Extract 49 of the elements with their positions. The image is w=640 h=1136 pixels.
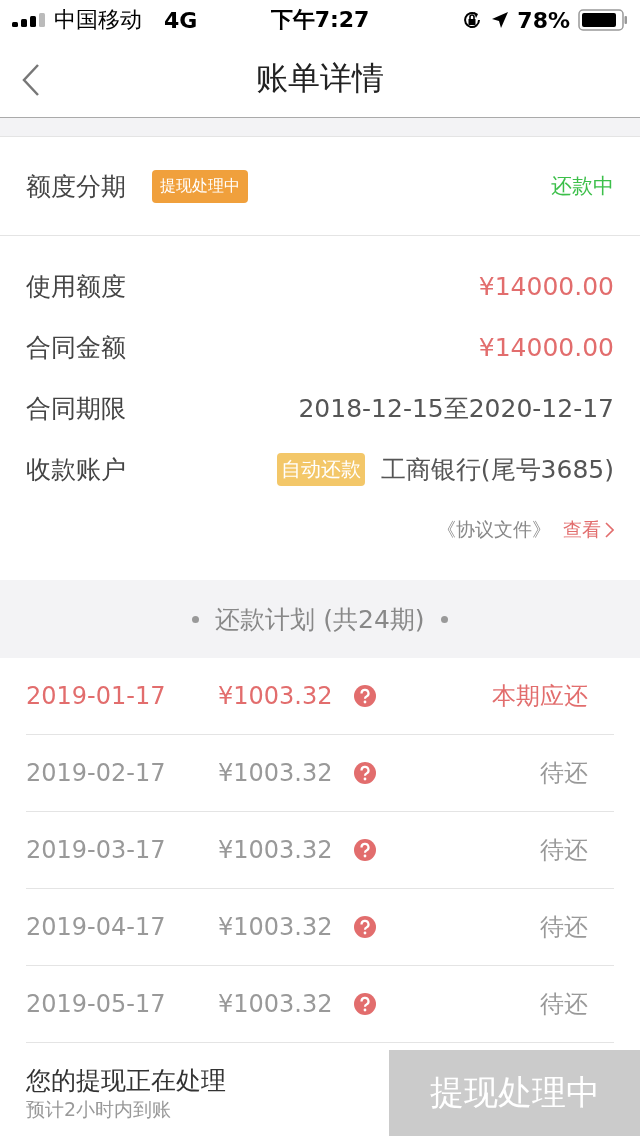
installment-status: 待还 [540, 758, 588, 789]
installment-status: 待还 [540, 835, 588, 866]
question-icon[interactable] [354, 916, 376, 938]
due-date: 2019-01-17 [26, 682, 167, 710]
carrier-name: 中国移动 [54, 6, 142, 34]
installment-amount: ¥1003.32 [218, 682, 334, 710]
clock-time: 下午7:27 [270, 6, 370, 34]
installment-amount: ¥1003.32 [218, 759, 334, 787]
installment-status: 待还 [540, 989, 588, 1020]
question-icon[interactable] [354, 993, 376, 1015]
battery-icon [578, 9, 628, 31]
repayment-status: 还款中 [551, 173, 614, 200]
plan-title: 还款计划 (共24期) [215, 603, 425, 636]
question-icon[interactable] [354, 762, 376, 784]
detail-label: 使用额度 [26, 271, 126, 303]
question-icon[interactable] [354, 839, 376, 861]
battery-percent: 78% [517, 7, 570, 33]
detail-value: 2018-12-15至2020-12-17 [298, 393, 614, 425]
network-type: 4G [164, 7, 198, 33]
installment-status: 本期应还 [492, 681, 588, 712]
detail-label: 收款账户 [26, 454, 126, 486]
arrival-estimate: 预计2小时内到账 [26, 1096, 173, 1122]
product-label: 额度分期 [26, 170, 126, 203]
due-date: 2019-03-17 [26, 836, 167, 864]
question-icon[interactable] [354, 685, 376, 707]
detail-value: 工商银行(尾号3685) [380, 454, 614, 486]
detail-label: 合同期限 [26, 393, 126, 425]
dot-icon [192, 615, 200, 623]
status-badge: 提现处理中 [152, 169, 248, 203]
auto-repay-tag: 自动还款 [276, 453, 365, 486]
location-arrow-icon [491, 11, 510, 29]
signal-icon [12, 13, 46, 27]
detail-value: ¥14000.00 [478, 333, 614, 362]
agreement-document: 《协议文件》 [437, 517, 551, 542]
installment-amount: ¥1003.32 [218, 913, 334, 941]
detail-value: ¥14000.00 [478, 272, 614, 301]
processing-message: 您的提现正在处理 [26, 1064, 227, 1097]
back-icon [22, 64, 40, 96]
view-link[interactable]: 查看 [563, 517, 614, 543]
due-date: 2019-02-17 [26, 759, 167, 787]
detail-label: 合同金额 [26, 332, 126, 364]
installment-amount: ¥1003.32 [218, 990, 334, 1018]
installment-status: 待还 [540, 912, 588, 943]
due-date: 2019-04-17 [26, 913, 167, 941]
chevron-right-icon [605, 522, 614, 538]
dot-icon [440, 615, 448, 623]
due-date: 2019-05-17 [26, 990, 167, 1018]
installment-amount: ¥1003.32 [218, 836, 334, 864]
page-title: 账单详情 [256, 57, 384, 99]
